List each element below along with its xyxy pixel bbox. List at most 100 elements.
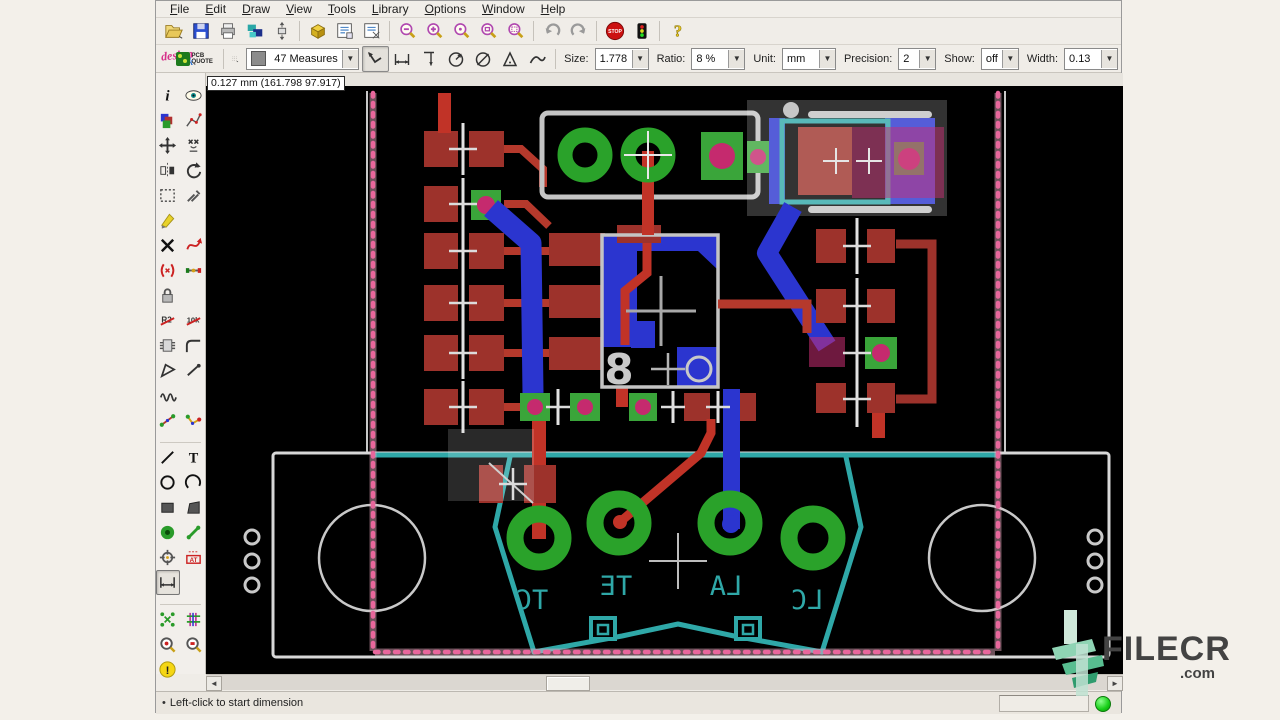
tool-arc-corner-button[interactable] bbox=[182, 333, 206, 358]
field-width-select[interactable]: 0.13▼ bbox=[1064, 48, 1118, 70]
tool-polygon-open-button[interactable] bbox=[156, 358, 180, 383]
zoom-all-button[interactable] bbox=[502, 18, 529, 44]
dim-angle-button[interactable] bbox=[497, 46, 524, 72]
field-unit-select[interactable]: mm▼ bbox=[782, 48, 836, 70]
tool-segment-dot-button[interactable] bbox=[182, 358, 206, 383]
tool-dimension-button[interactable] bbox=[156, 570, 180, 595]
tool-select-area-button[interactable] bbox=[156, 183, 180, 208]
tool-track-button[interactable] bbox=[182, 520, 206, 545]
new-sheet-alt-button[interactable] bbox=[358, 18, 385, 44]
tool-eye-button[interactable] bbox=[182, 83, 206, 108]
tool-unroute-button[interactable] bbox=[182, 233, 206, 258]
tool-info-button[interactable]: i bbox=[156, 83, 180, 108]
delete-icon bbox=[158, 236, 177, 255]
menu-help[interactable]: Help bbox=[533, 2, 574, 16]
field-precision-select[interactable]: 2▼ bbox=[898, 48, 936, 70]
redo-button[interactable] bbox=[565, 18, 592, 44]
tool-highlight-button[interactable] bbox=[156, 208, 180, 233]
tool-target-button[interactable] bbox=[156, 545, 180, 570]
field-ratio-select[interactable]: 8 %▼ bbox=[691, 48, 745, 70]
traffic-light-button[interactable] bbox=[628, 18, 655, 44]
tool-delete-button[interactable] bbox=[156, 233, 180, 258]
menu-file[interactable]: File bbox=[162, 2, 197, 16]
tool-segment-colored-button[interactable] bbox=[156, 408, 180, 433]
menu-view[interactable]: View bbox=[278, 2, 320, 16]
stop-button[interactable]: STOP bbox=[601, 18, 628, 44]
tool-spread-button[interactable] bbox=[156, 607, 180, 632]
new-sheet-button[interactable] bbox=[331, 18, 358, 44]
open-button[interactable] bbox=[160, 18, 187, 44]
zoom-out-button[interactable] bbox=[394, 18, 421, 44]
tool-connection-button[interactable] bbox=[182, 258, 206, 283]
zoom-in-button[interactable] bbox=[421, 18, 448, 44]
tool-value-r2-button[interactable]: R2 bbox=[156, 308, 180, 333]
tool-circle-button[interactable] bbox=[156, 470, 180, 495]
tool-measure-button[interactable] bbox=[182, 108, 206, 133]
package-3d-button[interactable] bbox=[304, 18, 331, 44]
print-button[interactable] bbox=[214, 18, 241, 44]
zoom-selection-button[interactable] bbox=[475, 18, 502, 44]
dim-linear-button[interactable] bbox=[389, 46, 416, 72]
tool-mirror-button[interactable] bbox=[156, 158, 180, 183]
dim-leader-button[interactable] bbox=[362, 46, 389, 72]
undo-button[interactable] bbox=[538, 18, 565, 44]
layer-selector[interactable]: 47 Measures ▼ bbox=[246, 48, 359, 70]
tool-move-button[interactable] bbox=[156, 133, 180, 158]
menu-window[interactable]: Window bbox=[474, 2, 533, 16]
tool-component-button[interactable] bbox=[156, 333, 180, 358]
menu-library[interactable]: Library bbox=[364, 2, 417, 16]
scroll-left-button[interactable]: ◄ bbox=[206, 676, 222, 691]
tool-layers-button[interactable] bbox=[156, 108, 180, 133]
paste-design-button[interactable] bbox=[241, 18, 268, 44]
tool-zoom-trace-button[interactable] bbox=[156, 632, 180, 657]
help-button[interactable]: ? bbox=[664, 18, 691, 44]
tool-rotate-button[interactable] bbox=[182, 158, 206, 183]
horizontal-scrollbar[interactable]: ◄ ► bbox=[206, 674, 1123, 690]
tool-via-button[interactable] bbox=[156, 520, 180, 545]
chevron-down-icon[interactable]: ▼ bbox=[919, 50, 935, 68]
dim-curve-button[interactable] bbox=[524, 46, 551, 72]
dim-diameter-button[interactable] bbox=[470, 46, 497, 72]
menu-edit[interactable]: Edit bbox=[197, 2, 234, 16]
chevron-down-icon[interactable]: ▼ bbox=[632, 50, 648, 68]
save-button[interactable] bbox=[187, 18, 214, 44]
tool-filled-polygon-button[interactable] bbox=[182, 495, 206, 520]
tool-filled-rect-button[interactable] bbox=[156, 495, 180, 520]
tool-stretch-button[interactable] bbox=[182, 183, 206, 208]
menu-tools[interactable]: Tools bbox=[320, 2, 364, 16]
tool-segment-colored-2-button[interactable] bbox=[182, 408, 206, 433]
dim-radius-button[interactable] bbox=[443, 46, 470, 72]
grid-settings-button[interactable] bbox=[231, 47, 239, 71]
flip-component-button[interactable] bbox=[268, 18, 295, 44]
tool-line-button[interactable] bbox=[156, 445, 180, 470]
field-show-select[interactable]: off▼ bbox=[981, 48, 1019, 70]
pcb-canvas[interactable]: 8 bbox=[206, 86, 1123, 674]
tool-lock-button[interactable] bbox=[156, 283, 180, 308]
chevron-down-icon[interactable]: ▼ bbox=[1002, 50, 1018, 68]
tool-arc-button[interactable] bbox=[182, 470, 206, 495]
svg-text:!: ! bbox=[166, 665, 170, 677]
zoom-view-button[interactable] bbox=[448, 18, 475, 44]
chevron-down-icon[interactable]: ▼ bbox=[342, 50, 358, 68]
dim-leader-icon bbox=[365, 49, 385, 69]
tool-net-curves-button[interactable] bbox=[156, 258, 180, 283]
menu-draw[interactable]: Draw bbox=[234, 2, 278, 16]
menu-options[interactable]: Options bbox=[417, 2, 474, 16]
tool-warning-button[interactable]: ! bbox=[156, 657, 180, 682]
dim-vertical-button[interactable] bbox=[416, 46, 443, 72]
chevron-down-icon[interactable]: ▼ bbox=[819, 50, 835, 68]
filecr-logo-icon bbox=[1052, 608, 1104, 703]
dim-diameter-icon bbox=[473, 49, 493, 69]
tool-squiggle-button[interactable] bbox=[156, 383, 180, 408]
tool-multi-layer-grid-button[interactable] bbox=[182, 607, 206, 632]
tool-gather-button[interactable] bbox=[182, 133, 206, 158]
chevron-down-icon[interactable]: ▼ bbox=[728, 50, 744, 68]
tool-zoom-area-button[interactable] bbox=[182, 632, 206, 657]
pad-label-la: LA bbox=[710, 571, 743, 602]
tool-value-10k-button[interactable]: 10k bbox=[182, 308, 206, 333]
scrollbar-thumb[interactable] bbox=[546, 676, 590, 691]
chevron-down-icon[interactable]: ▼ bbox=[1101, 50, 1117, 68]
field-size-select[interactable]: 1.778▼ bbox=[595, 48, 649, 70]
tool-text-button[interactable]: T bbox=[182, 445, 206, 470]
tool-autoplace-button[interactable]: AT bbox=[182, 545, 206, 570]
